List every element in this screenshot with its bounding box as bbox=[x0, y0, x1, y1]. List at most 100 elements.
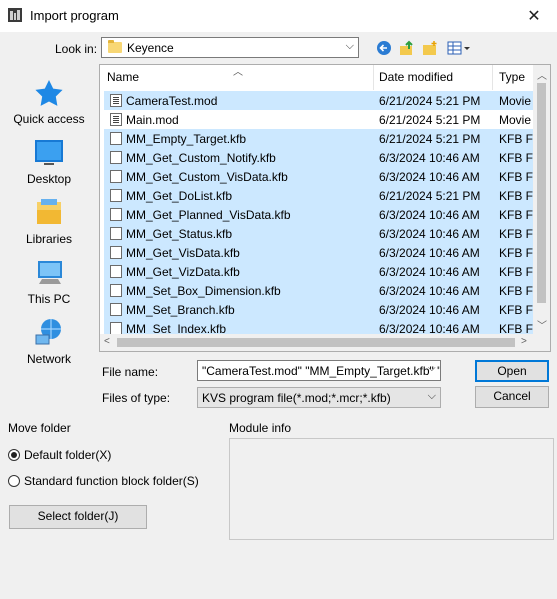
file-date: 6/3/2024 10:46 AM bbox=[379, 170, 480, 184]
kfb-file-icon bbox=[110, 151, 122, 164]
horizontal-scroll-thumb[interactable] bbox=[117, 338, 515, 347]
file-date: 6/21/2024 5:21 PM bbox=[379, 132, 481, 146]
vertical-scrollbar[interactable]: ︿ ﹀ bbox=[533, 65, 550, 335]
kfb-file-icon bbox=[110, 246, 122, 259]
file-name: MM_Get_Custom_Notify.kfb bbox=[126, 151, 276, 165]
file-date: 6/3/2024 10:46 AM bbox=[379, 284, 480, 298]
default-folder-label[interactable]: Default folder(X) bbox=[24, 448, 111, 462]
file-row[interactable]: MM_Get_Custom_Notify.kfb 6/3/2024 10:46 A… bbox=[100, 148, 538, 167]
file-row[interactable]: MM_Get_Planned_VisData.kfb 6/3/2024 10:46… bbox=[100, 205, 538, 224]
back-arrow-icon bbox=[377, 41, 391, 55]
file-name: MM_Set_Branch.kfb bbox=[126, 303, 235, 317]
kfb-file-icon bbox=[110, 132, 122, 145]
kfb-file-icon bbox=[110, 189, 122, 202]
window-title: Import program bbox=[30, 8, 119, 23]
file-date: 6/21/2024 5:21 PM bbox=[379, 113, 481, 127]
file-rows: CameraTest.mod 6/21/2024 5:21 PM Movie Mai… bbox=[100, 91, 538, 338]
file-date: 6/3/2024 10:46 AM bbox=[379, 227, 480, 241]
file-row[interactable]: MM_Empty_Target.kfb 6/21/2024 5:21 PM KFB … bbox=[100, 129, 538, 148]
back-button[interactable] bbox=[375, 39, 393, 57]
file-row[interactable]: MM_Get_VizData.kfb 6/3/2024 10:46 AM KFB F… bbox=[100, 262, 538, 281]
horizontal-scrollbar[interactable]: < > bbox=[100, 334, 550, 351]
standard-folder-radio[interactable] bbox=[8, 475, 20, 487]
desktop-icon bbox=[32, 138, 66, 168]
scroll-left-icon[interactable]: < bbox=[104, 336, 110, 347]
column-date-modified[interactable]: Date modified bbox=[379, 70, 453, 84]
file-name: MM_Get_Custom_VisData.kfb bbox=[126, 170, 288, 184]
folder-icon bbox=[108, 40, 122, 53]
mod-file-icon bbox=[110, 113, 122, 126]
lookin-combo[interactable]: Keyence ⌵ bbox=[101, 37, 359, 58]
file-row[interactable]: MM_Get_VisData.kfb 6/3/2024 10:46 AM KFB F… bbox=[100, 243, 538, 262]
place-network[interactable]: Network bbox=[4, 318, 94, 366]
up-folder-button[interactable] bbox=[398, 39, 416, 57]
column-type[interactable]: Type bbox=[499, 70, 525, 84]
file-row[interactable]: Main.mod 6/21/2024 5:21 PM Movie bbox=[100, 110, 532, 129]
close-icon[interactable]: ✕ bbox=[512, 2, 556, 30]
kfb-file-icon bbox=[110, 170, 122, 183]
standard-folder-label[interactable]: Standard function block folder(S) bbox=[24, 474, 199, 488]
app-icon bbox=[8, 8, 22, 22]
column-divider[interactable] bbox=[373, 65, 374, 90]
file-type: Movie bbox=[499, 113, 532, 127]
file-date: 6/3/2024 10:46 AM bbox=[379, 208, 480, 222]
scroll-up-icon[interactable]: ︿ bbox=[537, 67, 547, 82]
file-date: 6/3/2024 10:46 AM bbox=[379, 265, 480, 279]
scroll-right-icon[interactable]: > bbox=[521, 336, 527, 347]
file-row[interactable]: CameraTest.mod 6/21/2024 5:21 PM Movie bbox=[100, 91, 533, 110]
file-date: 6/3/2024 10:46 AM bbox=[379, 151, 480, 165]
view-menu-button[interactable] bbox=[446, 39, 472, 57]
file-row[interactable]: MM_Get_Status.kfb 6/3/2024 10:46 AM KFB Fi… bbox=[100, 224, 538, 243]
chevron-down-icon: ⌵ bbox=[345, 40, 354, 52]
file-name: MM_Get_VisData.kfb bbox=[126, 246, 240, 260]
select-folder-button[interactable]: Select folder(J) bbox=[9, 505, 147, 529]
file-type: Movie bbox=[499, 94, 532, 108]
place-label: Desktop bbox=[26, 172, 72, 186]
filetype-value: KVS program file(*.mod;*.mcr;*.kfb) bbox=[202, 391, 391, 405]
filename-label: File name: bbox=[102, 365, 159, 379]
lookin-label: Look in: bbox=[55, 42, 98, 56]
file-row[interactable]: MM_Get_DoList.kfb 6/21/2024 5:21 PM KFB Fi… bbox=[100, 186, 538, 205]
new-folder-button[interactable] bbox=[421, 39, 439, 57]
filetype-label: Files of type: bbox=[102, 391, 171, 405]
default-folder-radio[interactable] bbox=[8, 449, 20, 461]
file-row[interactable]: MM_Get_Custom_VisData.kfb 6/3/2024 10:46 … bbox=[100, 167, 538, 186]
scroll-down-icon[interactable]: ﹀ bbox=[537, 317, 547, 332]
place-libraries[interactable]: Libraries bbox=[4, 198, 94, 246]
column-divider[interactable] bbox=[492, 65, 493, 90]
view-menu-icon bbox=[447, 41, 470, 55]
sort-ascending-icon: ︿ bbox=[233, 67, 243, 78]
file-row[interactable]: MM_Set_Box_Dimension.kfb 6/3/2024 10:46 A… bbox=[100, 281, 538, 300]
mod-file-icon bbox=[110, 94, 122, 107]
libraries-icon bbox=[32, 198, 66, 228]
network-icon bbox=[32, 318, 66, 348]
place-desktop[interactable]: Desktop bbox=[4, 138, 94, 186]
open-button[interactable]: Open bbox=[475, 360, 549, 382]
file-name: MM_Get_Status.kfb bbox=[126, 227, 233, 241]
file-list[interactable]: ︿ Name Date modified Type CameraTest.mod… bbox=[99, 64, 551, 352]
file-date: 6/3/2024 10:46 AM bbox=[379, 303, 480, 317]
file-date: 6/21/2024 5:21 PM bbox=[379, 189, 481, 203]
vertical-scroll-thumb[interactable] bbox=[537, 83, 546, 303]
filetype-select[interactable]: KVS program file(*.mod;*.mcr;*.kfb) ⌵ bbox=[197, 387, 441, 408]
file-name: MM_Get_Planned_VisData.kfb bbox=[126, 208, 291, 222]
file-name: MM_Get_VizData.kfb bbox=[126, 265, 240, 279]
file-date: 6/3/2024 10:46 AM bbox=[379, 246, 480, 260]
kfb-file-icon bbox=[110, 227, 122, 240]
place-this-pc[interactable]: This PC bbox=[4, 258, 94, 306]
file-row[interactable]: MM_Set_Branch.kfb 6/3/2024 10:46 AM KFB Fi… bbox=[100, 300, 538, 319]
module-info-box bbox=[229, 438, 554, 540]
file-name: Main.mod bbox=[126, 113, 179, 127]
file-name: MM_Get_DoList.kfb bbox=[126, 189, 233, 203]
filename-input[interactable]: "CameraTest.mod" "MM_Empty_Target.kfb" "… bbox=[197, 360, 441, 381]
file-name: MM_Set_Box_Dimension.kfb bbox=[126, 284, 281, 298]
kfb-file-icon bbox=[110, 284, 122, 297]
cancel-button[interactable]: Cancel bbox=[475, 386, 549, 408]
place-label: Libraries bbox=[25, 232, 73, 246]
column-name[interactable]: Name bbox=[107, 70, 139, 84]
place-quick-access[interactable]: Quick access bbox=[4, 78, 94, 126]
chevron-down-icon[interactable]: ⌵ bbox=[428, 363, 436, 374]
file-date: 6/21/2024 5:21 PM bbox=[379, 94, 481, 108]
column-header: ︿ Name Date modified Type bbox=[100, 65, 532, 90]
place-label: Network bbox=[26, 352, 71, 366]
